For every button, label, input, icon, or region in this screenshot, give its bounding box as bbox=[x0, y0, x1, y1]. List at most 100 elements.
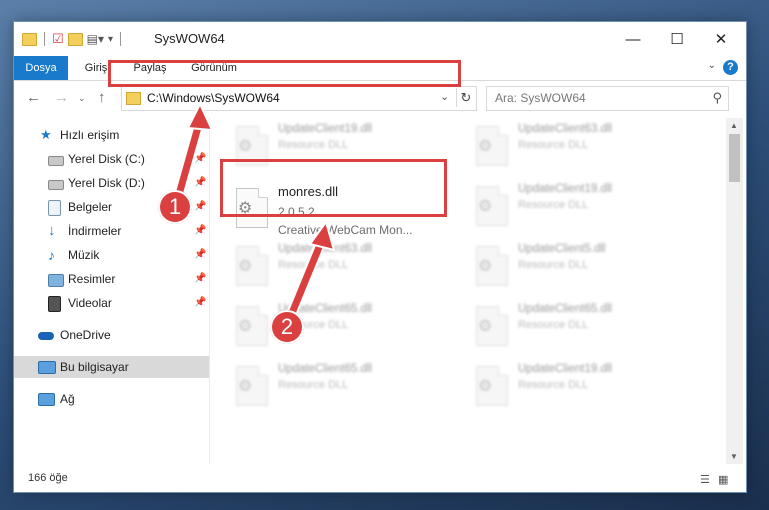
pin-icon[interactable]: 📌 bbox=[194, 292, 206, 314]
file-item[interactable]: ⚙ UpdateClient19.dll Resource DLL bbox=[466, 180, 691, 235]
pin-icon[interactable]: 📌 bbox=[194, 244, 206, 266]
cloud-icon bbox=[38, 332, 54, 340]
file-type: Resource DLL bbox=[518, 139, 589, 151]
toolbar-separator bbox=[44, 32, 45, 46]
vertical-scrollbar[interactable]: ▲ ▼ bbox=[726, 118, 743, 464]
up-arrow-icon[interactable]: ↑ bbox=[98, 89, 106, 106]
scroll-up-icon[interactable]: ▲ bbox=[730, 121, 738, 130]
folder-icon bbox=[126, 92, 141, 105]
details-view-icon[interactable]: ☰ bbox=[700, 473, 712, 486]
gear-icon: ⚙ bbox=[238, 318, 253, 335]
properties-icon[interactable]: ☑ bbox=[52, 31, 64, 47]
file-type: Resource DLL bbox=[518, 259, 589, 271]
network-icon bbox=[38, 393, 55, 406]
close-button[interactable]: ✕ bbox=[698, 22, 744, 56]
navigation-pane: ★ Hızlı erişim Yerel Disk (C:) 📌 Yerel D… bbox=[14, 118, 209, 464]
forward-arrow-icon[interactable]: → bbox=[54, 89, 69, 106]
star-icon: ★ bbox=[40, 127, 52, 142]
sidebar-item-label: Müzik bbox=[68, 248, 100, 262]
quick-access-toolbar: ☑ ▤▾ ▾ bbox=[22, 31, 124, 47]
sidebar-item-label: Videolar bbox=[68, 296, 112, 310]
file-highlight-box bbox=[220, 159, 447, 217]
sidebar-item-label: Yerel Disk (D:) bbox=[68, 176, 145, 190]
window-title: SysWOW64 bbox=[154, 31, 225, 46]
sidebar-item-label: Belgeler bbox=[68, 200, 113, 214]
gear-icon: ⚙ bbox=[478, 318, 493, 335]
tab-file[interactable]: Dosya bbox=[14, 56, 68, 80]
new-folder-icon[interactable] bbox=[67, 32, 83, 46]
file-type: Resource DLL bbox=[518, 199, 589, 211]
sidebar-item-label: İndirmeler bbox=[68, 224, 122, 238]
maximize-button[interactable]: ☐ bbox=[654, 22, 700, 56]
address-path[interactable]: C:\Windows\SysWOW64 bbox=[147, 91, 280, 105]
scrollbar-thumb[interactable] bbox=[729, 134, 740, 182]
file-type: Resource DLL bbox=[518, 319, 589, 331]
sidebar-item-videos[interactable]: Videolar 📌 bbox=[14, 292, 209, 314]
file-type: Resource DLL bbox=[278, 139, 349, 151]
customize-icon[interactable]: ▤▾ bbox=[87, 32, 104, 46]
sidebar-item-local-disk-c[interactable]: Yerel Disk (C:) 📌 bbox=[14, 148, 209, 170]
sidebar-item-quick-access[interactable]: ★ Hızlı erişim bbox=[14, 124, 209, 146]
gear-icon: ⚙ bbox=[478, 378, 493, 395]
quick-access-dropdown-icon[interactable]: ▾ bbox=[108, 34, 113, 45]
sidebar-item-label: Hızlı erişim bbox=[60, 128, 120, 142]
step-2-badge: 2 bbox=[270, 310, 304, 344]
pin-icon[interactable]: 📌 bbox=[194, 268, 206, 290]
explorer-window: ☑ ▤▾ ▾ SysWOW64 — ☐ ✕ Dosya Giriş Paylaş… bbox=[14, 22, 746, 492]
sidebar-item-music[interactable]: ♪ Müzik 📌 bbox=[14, 244, 209, 266]
sidebar-item-network[interactable]: Ağ bbox=[14, 388, 209, 410]
ribbon-expand-icon[interactable]: ⌄ bbox=[708, 60, 716, 71]
file-item[interactable]: ⚙ UpdateClient5.dll Resource DLL bbox=[466, 240, 691, 295]
file-name: UpdateClient65.dll bbox=[278, 363, 372, 375]
file-item[interactable]: ⚙ UpdateClient19.dll Resource DLL bbox=[466, 360, 691, 415]
file-name: UpdateClient63.dll bbox=[518, 123, 612, 135]
refresh-icon[interactable]: ↻ bbox=[456, 88, 475, 107]
file-name: UpdateClient5.dll bbox=[518, 243, 606, 255]
minimize-button[interactable]: — bbox=[610, 22, 656, 56]
help-icon[interactable]: ? bbox=[723, 60, 738, 75]
file-item[interactable]: ⚙ UpdateClient63.dll Resource DLL bbox=[226, 240, 451, 295]
gear-icon: ⚙ bbox=[238, 258, 253, 275]
back-arrow-icon[interactable]: ← bbox=[26, 89, 41, 106]
sidebar-item-onedrive[interactable]: OneDrive bbox=[14, 324, 209, 346]
gear-icon: ⚙ bbox=[478, 138, 493, 155]
address-highlight-box bbox=[108, 60, 461, 87]
file-name: UpdateClient19.dll bbox=[278, 123, 372, 135]
address-bar[interactable]: C:\Windows\SysWOW64 ⌄ ↻ bbox=[121, 86, 477, 111]
pin-icon[interactable]: 📌 bbox=[194, 220, 206, 242]
file-name: UpdateClient19.dll bbox=[518, 363, 612, 375]
scroll-down-icon[interactable]: ▼ bbox=[730, 452, 738, 461]
download-icon: ↓ bbox=[48, 222, 56, 239]
pin-icon[interactable]: 📌 bbox=[194, 172, 206, 194]
search-box[interactable]: Ara: SysWOW64 ⚲ bbox=[486, 86, 729, 111]
title-separator bbox=[120, 32, 122, 46]
file-type: Resource DLL bbox=[518, 379, 589, 391]
gear-icon: ⚙ bbox=[238, 138, 253, 155]
documents-icon bbox=[48, 200, 61, 216]
file-type: Resource DLL bbox=[278, 379, 349, 391]
pin-icon[interactable]: 📌 bbox=[194, 148, 206, 170]
sidebar-item-pictures[interactable]: Resimler 📌 bbox=[14, 268, 209, 290]
search-icon[interactable]: ⚲ bbox=[712, 90, 722, 106]
sidebar-item-this-pc[interactable]: Bu bilgisayar bbox=[14, 356, 209, 378]
computer-icon bbox=[38, 361, 56, 374]
file-name: UpdateClient19.dll bbox=[518, 183, 612, 195]
file-type: Resource DLL bbox=[278, 259, 349, 271]
file-item[interactable]: ⚙ UpdateClient63.dll Resource DLL bbox=[466, 120, 691, 175]
file-name: UpdateClient63.dll bbox=[278, 243, 372, 255]
search-input[interactable]: Ara: SysWOW64 bbox=[495, 91, 586, 105]
file-item[interactable]: ⚙ UpdateClient65.dll Resource DLL bbox=[226, 300, 451, 355]
sidebar-item-label: Bu bilgisayar bbox=[60, 360, 129, 374]
step-1-badge: 1 bbox=[158, 190, 192, 224]
disk-icon bbox=[48, 180, 64, 190]
file-item[interactable]: ⚙ UpdateClient65.dll Resource DLL bbox=[466, 300, 691, 355]
pin-icon[interactable]: 📌 bbox=[194, 196, 206, 218]
file-item[interactable]: ⚙ UpdateClient65.dll Resource DLL bbox=[226, 360, 451, 415]
recent-locations-icon[interactable]: ⌄ bbox=[78, 93, 86, 104]
folder-icon bbox=[22, 32, 37, 46]
videos-icon bbox=[48, 296, 61, 312]
status-bar: 166 öğe ☰ ▦ bbox=[14, 466, 746, 492]
gear-icon: ⚙ bbox=[238, 378, 253, 395]
tiles-view-icon[interactable]: ▦ bbox=[718, 473, 730, 486]
address-dropdown-icon[interactable]: ⌄ bbox=[440, 90, 449, 103]
